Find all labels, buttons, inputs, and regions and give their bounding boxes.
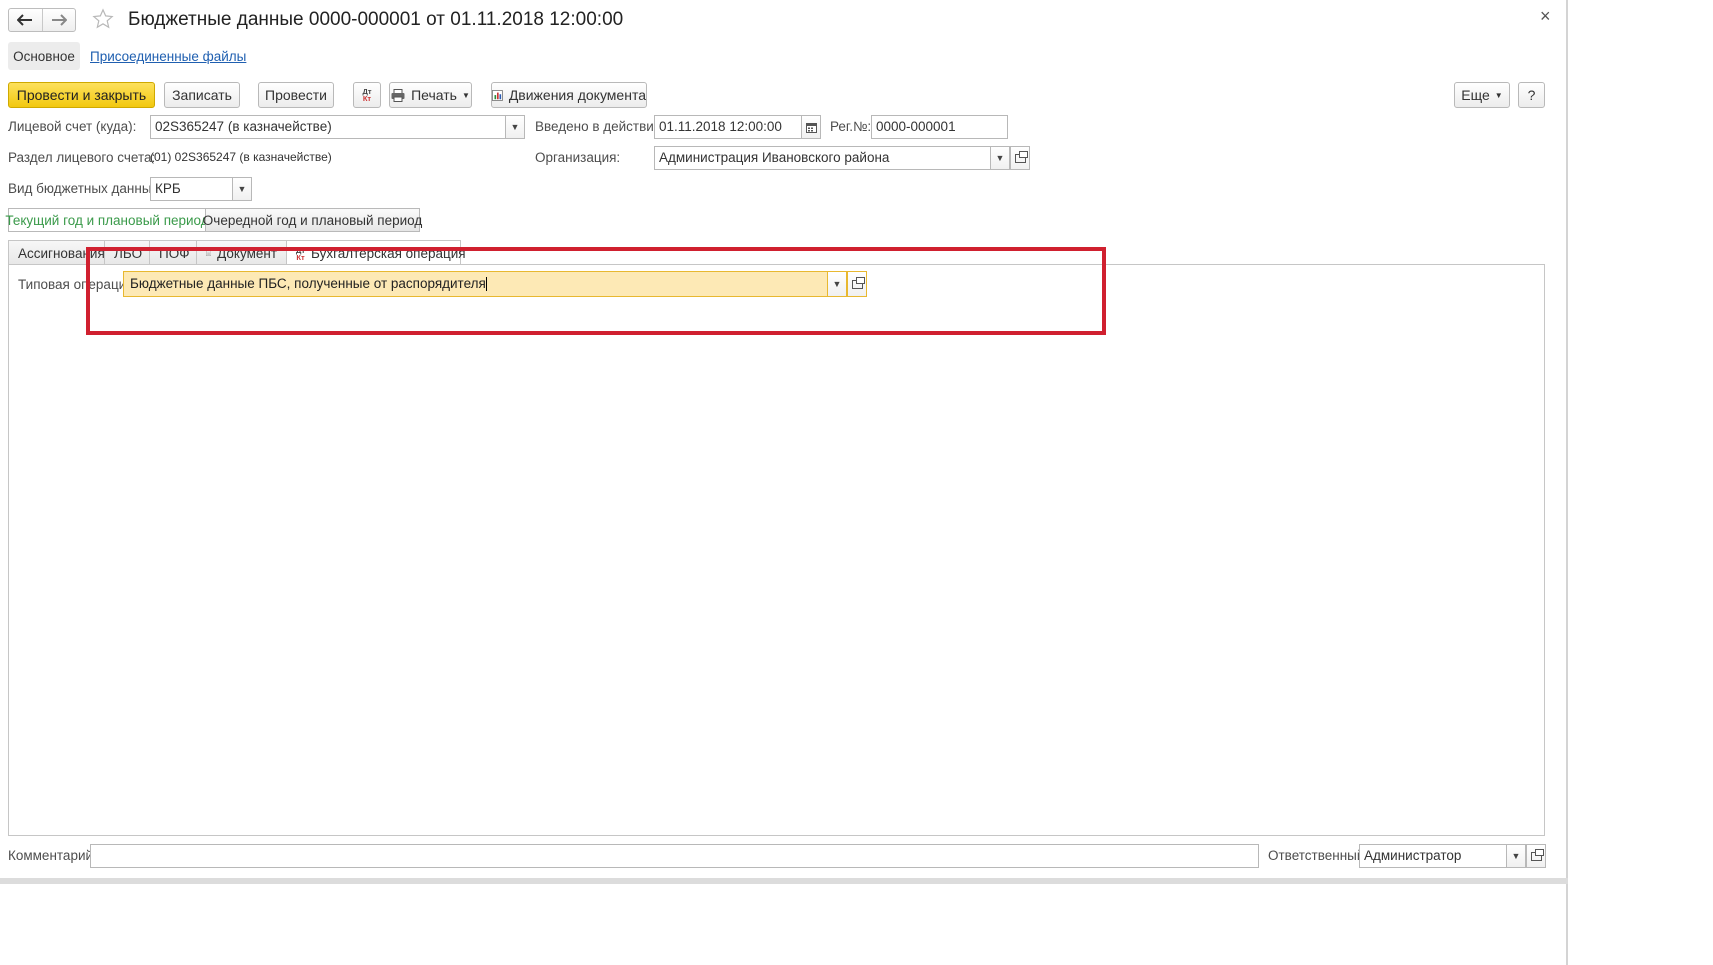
open-form-icon	[1530, 848, 1544, 861]
print-button[interactable]: Печать ▼	[389, 82, 472, 108]
window-right-edge	[1566, 0, 1568, 965]
account-dropdown-button[interactable]: ▼	[505, 115, 525, 139]
responsible-label: Ответственный:	[1268, 848, 1369, 863]
section-value: (01) 02S365247 (в казначействе)	[150, 150, 332, 164]
regno-field[interactable]: 0000-000001	[871, 115, 1008, 139]
window-title: Бюджетные данные 0000-000001 от 01.11.20…	[128, 9, 624, 30]
organization-open-button[interactable]	[1010, 146, 1030, 170]
responsible-open-button[interactable]	[1526, 844, 1546, 868]
period-next[interactable]: Очередной год и плановый период	[203, 208, 422, 232]
period-current[interactable]: Текущий год и плановый период	[5, 208, 209, 232]
comment-field[interactable]	[90, 844, 1259, 868]
kind-field[interactable]: КРБ	[150, 177, 233, 201]
nav-attached-files[interactable]: Присоединенные файлы	[90, 49, 246, 64]
responsible-dropdown-button[interactable]: ▼	[1506, 844, 1526, 868]
effective-label: Введено в действие:	[535, 119, 666, 134]
save-button[interactable]: Записать	[164, 82, 240, 108]
more-button[interactable]: Еще ▼	[1454, 82, 1510, 108]
organization-field[interactable]: Администрация Ивановского района	[654, 146, 991, 170]
highlight-frame	[86, 247, 1106, 335]
chevron-down-icon: ▼	[461, 90, 470, 100]
nav-arrows	[8, 8, 76, 32]
organization-label: Организация:	[535, 150, 621, 165]
section-label: Раздел лицевого счета:	[8, 150, 156, 165]
account-field[interactable]: 02S365247 (в казначействе)	[150, 115, 506, 139]
movements-icon	[492, 89, 503, 101]
calendar-icon	[805, 122, 817, 133]
tab-panel	[8, 264, 1545, 836]
regno-label: Рег.№:	[830, 119, 872, 134]
dt-kt-button[interactable]: Дт Кт	[353, 82, 381, 108]
account-label: Лицевой счет (куда):	[8, 119, 137, 134]
close-icon[interactable]: ×	[1540, 6, 1551, 27]
favorite-star-icon[interactable]	[92, 8, 114, 30]
nav-main[interactable]: Основное	[8, 42, 80, 70]
effective-date-field[interactable]: 01.11.2018 12:00:00	[654, 115, 802, 139]
comment-label: Комментарий:	[8, 848, 97, 863]
kind-dropdown-button[interactable]: ▼	[232, 177, 252, 201]
chevron-down-icon: ▼	[1494, 90, 1503, 100]
document-movements-button[interactable]: Движения документа	[491, 82, 647, 108]
help-button[interactable]: ?	[1518, 82, 1545, 108]
forward-arrow-icon[interactable]	[43, 9, 75, 31]
dt-kt-icon: Дт Кт	[362, 87, 372, 103]
post-and-close-button[interactable]: Провести и закрыть	[8, 82, 155, 108]
organization-dropdown-button[interactable]: ▼	[990, 146, 1010, 170]
window-bottom-strip	[0, 878, 1568, 884]
responsible-field[interactable]: Администратор	[1359, 844, 1507, 868]
kind-label: Вид бюджетных данных:	[8, 181, 163, 196]
post-button[interactable]: Провести	[258, 82, 334, 108]
back-arrow-icon[interactable]	[9, 9, 43, 31]
open-form-icon	[1014, 150, 1028, 163]
calendar-button[interactable]	[801, 115, 821, 139]
printer-icon	[391, 88, 405, 102]
